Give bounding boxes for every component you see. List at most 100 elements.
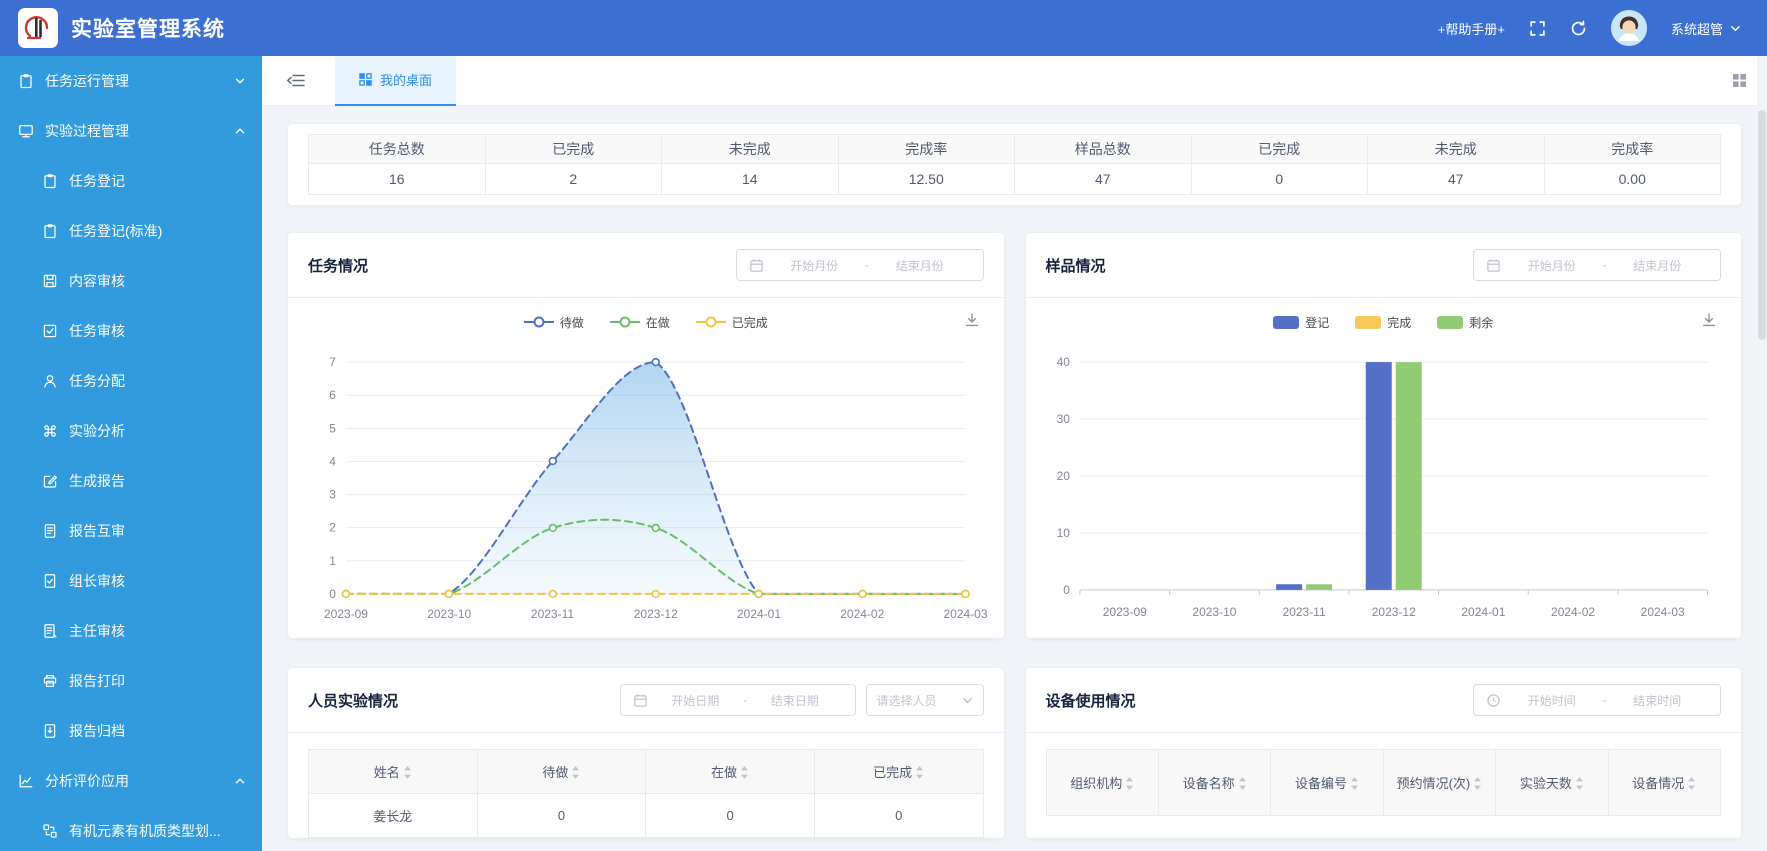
sidebar-item[interactable]: 分析评价应用 bbox=[0, 756, 262, 806]
sort-caret-icon[interactable] bbox=[1238, 776, 1247, 791]
user-menu[interactable]: 系统超管 bbox=[1671, 19, 1741, 38]
start-month-placeholder: 开始月份 bbox=[1527, 258, 1576, 273]
sort-caret-icon[interactable] bbox=[1575, 776, 1584, 791]
sidebar-item[interactable]: 任务运行管理 bbox=[0, 56, 262, 106]
legend-item[interactable]: 在做 bbox=[609, 314, 670, 331]
task-panel: 任务情况 开始月份 - 结束月份 待做 在做 已完成 0 1 2 3 4 5 6… bbox=[288, 233, 1004, 638]
tab-my-desktop[interactable]: 我的桌面 bbox=[335, 55, 457, 106]
brand: 实验室管理系统 bbox=[18, 8, 225, 48]
sort-caret-icon[interactable] bbox=[740, 765, 749, 780]
download-icon[interactable] bbox=[964, 312, 980, 328]
sidebar-item-label: 主任审核 bbox=[69, 623, 125, 639]
sidebar-item[interactable]: 报告互审 bbox=[0, 506, 262, 556]
person-date-range-picker[interactable]: 开始日期 - 结束日期 bbox=[619, 684, 856, 716]
svg-text:1: 1 bbox=[329, 554, 336, 568]
svg-text:2024-02: 2024-02 bbox=[1551, 605, 1595, 619]
sort-caret-icon[interactable] bbox=[1125, 776, 1134, 791]
legend-label: 已完成 bbox=[731, 315, 768, 330]
stats-value-cell: 47 bbox=[1367, 163, 1545, 195]
download-icon[interactable] bbox=[1701, 312, 1717, 328]
sort-caret-icon[interactable] bbox=[1687, 776, 1696, 791]
sidebar-item[interactable]: 组长审核 bbox=[0, 556, 262, 606]
help-link[interactable]: +帮助手册+ bbox=[1438, 19, 1505, 38]
sample-month-range-picker[interactable]: 开始月份 - 结束月份 bbox=[1473, 249, 1721, 281]
avatar[interactable] bbox=[1610, 10, 1647, 46]
calendar-icon bbox=[633, 694, 647, 707]
sidebar-item[interactable]: 报告归档 bbox=[0, 706, 262, 756]
svg-text:2023-10: 2023-10 bbox=[1192, 605, 1236, 619]
tab-label: 我的桌面 bbox=[380, 73, 433, 88]
device-time-range-picker[interactable]: 开始时间 - 结束时间 bbox=[1473, 684, 1721, 716]
svg-text:3: 3 bbox=[329, 488, 336, 502]
desktop-grid-icon bbox=[359, 73, 372, 86]
column-header[interactable]: 组织机构 bbox=[1045, 749, 1159, 816]
column-header[interactable]: 实验天数 bbox=[1495, 749, 1609, 816]
sidebar-item[interactable]: 任务审核 bbox=[0, 306, 262, 356]
sample-panel: 样品情况 开始月份 - 结束月份 登记 完成 剩余 0 10 20 30 40 … bbox=[1025, 233, 1741, 638]
scrollbar-thumb[interactable] bbox=[1758, 110, 1766, 340]
table-cell: 0 bbox=[813, 793, 984, 838]
svg-text:2024-03: 2024-03 bbox=[1640, 605, 1684, 619]
user-name: 系统超管 bbox=[1670, 21, 1723, 37]
sort-caret-icon[interactable] bbox=[1350, 776, 1359, 791]
svg-text:30: 30 bbox=[1056, 412, 1070, 426]
sidebar-item[interactable]: 任务登记 bbox=[0, 156, 262, 206]
sample-panel-title: 样品情况 bbox=[1045, 257, 1106, 275]
stats-table: 任务总数 已完成 未完成 完成率 样品总数 已完成 未完成 完成率 16 2 14 12.50 47 0 4… bbox=[308, 134, 1721, 195]
svg-text:2024-02: 2024-02 bbox=[840, 607, 884, 621]
sidebar-item-label: 任务运行管理 bbox=[45, 73, 129, 89]
column-header[interactable]: 在做 bbox=[645, 749, 815, 794]
apps-grid-icon[interactable] bbox=[1732, 73, 1747, 88]
sidebar-item-label: 任务审核 bbox=[69, 323, 125, 339]
clipboard-icon bbox=[44, 174, 56, 189]
svg-text:2023-11: 2023-11 bbox=[1282, 605, 1325, 619]
svg-text:2023-09: 2023-09 bbox=[324, 607, 368, 621]
column-header[interactable]: 设备名称 bbox=[1157, 749, 1272, 816]
sidebar-item-label: 报告打印 bbox=[69, 673, 125, 689]
sidebar-item[interactable]: 任务分配 bbox=[0, 356, 262, 406]
sidebar-item[interactable]: 报告打印 bbox=[0, 656, 262, 706]
fullscreen-icon[interactable] bbox=[1529, 20, 1546, 37]
document-icon bbox=[44, 524, 56, 538]
task-line-chart: 0 1 2 3 4 5 6 7 2023-09 2023-10 2023-11 2023-12 2024… bbox=[324, 355, 988, 621]
sidebar-item[interactable]: 主任审核 bbox=[0, 606, 262, 656]
sidebar-item[interactable]: 生成报告 bbox=[0, 456, 262, 506]
sort-caret-icon[interactable] bbox=[1473, 776, 1482, 791]
legend-item[interactable]: 登记 bbox=[1273, 314, 1329, 331]
printer-icon bbox=[43, 674, 57, 688]
sort-caret-icon[interactable] bbox=[403, 765, 412, 780]
table-row[interactable]: 姜长龙 0 0 0 bbox=[308, 793, 984, 838]
person-select[interactable]: 请选择人员 bbox=[865, 684, 984, 716]
legend-item[interactable]: 剩余 bbox=[1437, 314, 1493, 331]
person-panel-title: 人员实验情况 bbox=[308, 692, 399, 710]
column-header[interactable]: 待做 bbox=[476, 749, 647, 794]
svg-text:2024-03: 2024-03 bbox=[944, 607, 988, 621]
legend-item[interactable]: 完成 bbox=[1355, 314, 1411, 331]
svg-text:2024-01: 2024-01 bbox=[1461, 605, 1505, 619]
sidebar-item[interactable]: 有机元素有机质类型划... bbox=[0, 806, 262, 851]
task-month-range-picker[interactable]: 开始月份 - 结束月份 bbox=[735, 249, 984, 281]
sort-caret-icon[interactable] bbox=[915, 765, 924, 780]
sidebar-item[interactable]: 内容审核 bbox=[0, 256, 262, 306]
column-header[interactable]: 设备编号 bbox=[1270, 749, 1384, 816]
legend-item[interactable]: 待做 bbox=[523, 314, 584, 331]
stats-header-cell: 完成率 bbox=[837, 134, 1015, 164]
clock-icon bbox=[1487, 693, 1500, 707]
sort-caret-icon[interactable] bbox=[571, 765, 580, 780]
sidebar-item[interactable]: 任务登记(标准) bbox=[0, 206, 262, 256]
menu-fold-icon[interactable] bbox=[286, 73, 305, 88]
column-header[interactable]: 已完成 bbox=[813, 749, 984, 794]
stats-header-cell: 已完成 bbox=[1190, 134, 1368, 164]
refresh-icon[interactable] bbox=[1570, 20, 1587, 37]
column-header[interactable]: 设备情况 bbox=[1607, 749, 1722, 816]
svg-text:10: 10 bbox=[1056, 526, 1070, 540]
start-time-placeholder: 开始时间 bbox=[1527, 693, 1576, 708]
scrollbar[interactable] bbox=[1757, 56, 1767, 851]
sidebar-item[interactable]: 实验分析 bbox=[0, 406, 262, 456]
column-header[interactable]: 姓名 bbox=[308, 749, 478, 794]
column-header[interactable]: 预约情况(次) bbox=[1382, 749, 1497, 816]
sinopec-logo-icon bbox=[24, 16, 49, 40]
legend-item[interactable]: 已完成 bbox=[695, 314, 768, 331]
doc-check-icon bbox=[44, 574, 56, 588]
sidebar-item[interactable]: 实验过程管理 bbox=[0, 106, 262, 156]
